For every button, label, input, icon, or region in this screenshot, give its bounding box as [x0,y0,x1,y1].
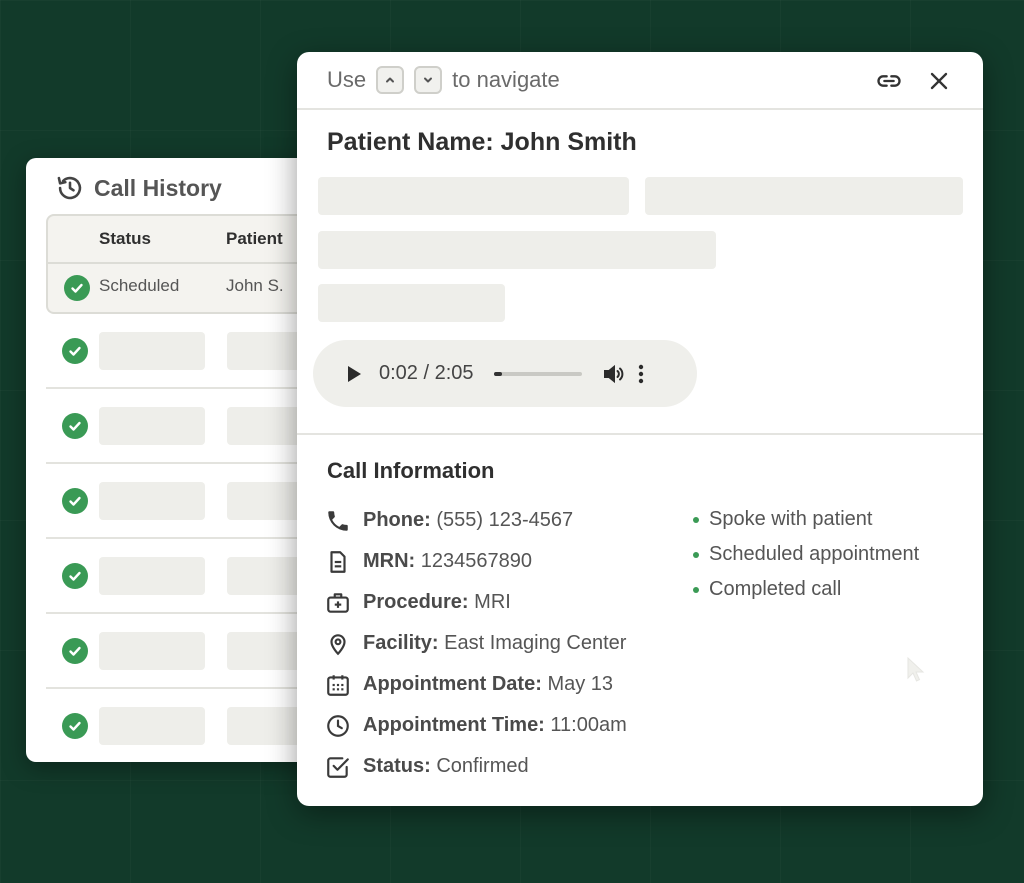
summary-text: Spoke with patient [709,508,873,530]
document-icon [330,550,346,573]
table-row[interactable] [46,614,326,689]
status-placeholder [99,557,205,595]
patient-detail-panel: Use to navigate Patient Name: John Smith… [297,52,983,806]
mouse-cursor-icon [907,656,925,682]
check-circle-icon [62,638,88,664]
audio-time: 0:02 / 2:05 [379,362,474,384]
medical-kit-icon [327,592,349,613]
call-history-title: Call History [94,174,222,201]
nav-down-key[interactable] [414,66,443,94]
check-circle-icon [64,275,90,301]
status-placeholder [99,407,205,445]
summary-item: Scheduled appointment [693,537,919,572]
location-pin-icon [330,633,346,655]
info-value: 1234567890 [420,550,533,572]
table-header: Status Patient [46,214,326,264]
clock-icon [327,714,349,737]
checkbox-icon [327,756,349,778]
call-history-table: Status Patient Scheduled John S. [46,214,326,762]
more-options-icon[interactable] [638,364,644,384]
play-icon[interactable] [345,364,363,384]
check-circle-icon [62,338,88,364]
info-value: MRI [474,591,511,613]
loading-placeholder [645,177,963,215]
info-label: Appointment Time: [363,714,545,736]
info-label: Status: [363,755,431,777]
call-information-heading: Call Information [327,458,495,483]
call-summary-list: Spoke with patient Scheduled appointment… [693,502,919,607]
check-circle-icon [62,413,88,439]
table-row[interactable] [46,314,326,389]
close-icon[interactable] [925,67,953,95]
bullet-dot [693,516,699,523]
detail-topbar: Use to navigate [297,52,983,110]
table-row[interactable] [46,464,326,539]
row-status: Scheduled [99,276,180,295]
loading-placeholder [318,177,629,215]
audio-player: 0:02 / 2:05 [313,340,697,407]
info-mrn: MRN: 1234567890 [325,541,627,582]
audio-progress-slider[interactable] [493,371,582,376]
info-value: Confirmed [436,755,529,777]
info-value: May 13 [547,673,614,695]
info-status: Status: Confirmed [325,746,627,787]
patient-name-heading: Patient Name: John Smith [327,128,637,156]
info-phone: Phone: (555) 123-4567 [325,500,627,541]
table-row[interactable] [46,389,326,464]
status-placeholder [99,632,205,670]
nav-hint-prefix: Use [327,67,367,92]
info-appointment-date: Appointment Date: May 13 [325,664,627,705]
bullet-dot [693,586,699,593]
column-header-status[interactable]: Status [99,229,151,249]
status-placeholder [99,332,205,370]
loading-placeholder [318,231,716,269]
loading-placeholder [318,284,505,322]
info-label: Appointment Date: [363,673,542,695]
history-icon [57,176,82,200]
section-divider [297,433,983,435]
table-row[interactable] [46,539,326,614]
info-value: East Imaging Center [444,632,627,654]
info-appointment-time: Appointment Time: 11:00am [325,705,627,746]
chevron-down-icon [424,77,433,83]
check-circle-icon [62,563,88,589]
call-information-list: Phone: (555) 123-4567 MRN: 1234567890 Pr… [325,500,627,787]
info-label: Facility: [363,632,439,654]
summary-text: Completed call [709,578,842,600]
summary-text: Scheduled appointment [709,543,920,565]
info-label: Phone: [363,509,431,531]
bullet-dot [693,551,699,558]
volume-icon[interactable] [602,362,626,386]
info-label: Procedure: [363,591,469,613]
summary-item: Spoke with patient [693,502,919,537]
nav-hint-suffix: to navigate [452,67,560,92]
nav-up-key[interactable] [376,66,405,94]
column-header-patient[interactable]: Patient [226,229,283,249]
info-procedure: Procedure: MRI [325,582,627,623]
check-circle-icon [62,488,88,514]
check-circle-icon [62,713,88,739]
calendar-icon [327,674,349,696]
link-icon[interactable] [875,67,903,95]
row-patient: John S. [226,276,284,295]
summary-item: Completed call [693,572,919,607]
table-row[interactable] [46,689,326,762]
table-row[interactable]: Scheduled John S. [46,264,326,314]
phone-icon [328,510,348,531]
audio-progress-fill [493,371,503,376]
status-placeholder [99,482,205,520]
call-history-panel: Call History Status Patient Scheduled Jo… [26,158,326,762]
chevron-up-icon [386,77,395,83]
call-history-header: Call History [56,172,222,204]
info-value: (555) 123-4567 [436,509,574,531]
info-facility: Facility: East Imaging Center [325,623,627,664]
info-value: 11:00am [550,714,627,736]
status-placeholder [99,707,205,745]
info-label: MRN: [363,550,416,572]
